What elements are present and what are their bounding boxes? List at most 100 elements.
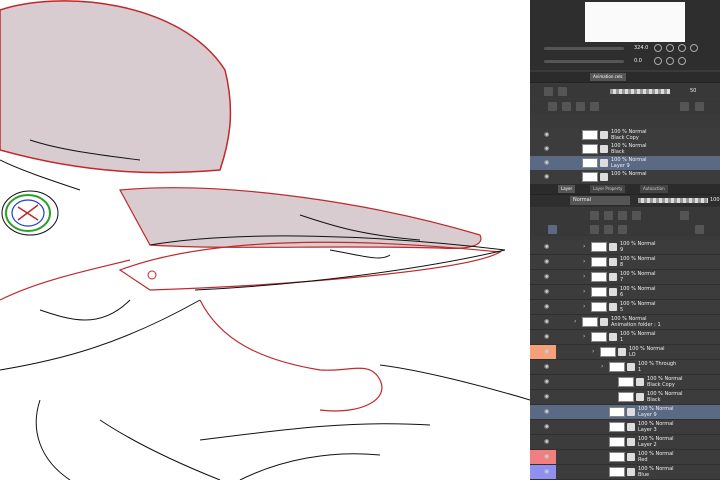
layer-row[interactable]: ◉ › 100 % Normal 8 [530,255,720,270]
new-vector-icon[interactable] [604,225,613,234]
onion-skin-icon[interactable] [544,87,553,96]
layer-name: Blue [638,472,650,478]
visibility-eye-icon[interactable]: ◉ [544,304,551,310]
visibility-eye-icon[interactable]: ◉ [544,364,551,370]
layer-thumbnail [582,144,598,154]
drawing-canvas[interactable] [0,0,530,480]
visibility-eye-icon[interactable]: ◉ [544,259,551,265]
visibility-eye-icon[interactable]: ◉ [544,409,551,415]
layer-row[interactable]: ◉ 100 % Normal Layer 2 [530,435,720,450]
zoom-in-icon[interactable] [666,44,674,52]
visibility-eye-icon[interactable]: ◉ [544,132,551,138]
tab-autoaction[interactable]: Autoaction [640,185,668,193]
visibility-eye-icon[interactable]: ◉ [544,424,551,430]
visibility-eye-icon[interactable]: ◉ [544,394,551,400]
visibility-eye-icon[interactable]: ◉ [544,469,551,475]
clip-icon[interactable] [590,211,599,220]
layer-row[interactable]: ◉ › 100 % Normal Animation folder : 1 [530,315,720,330]
folder-icon [627,363,635,371]
navigator-thumbnail[interactable] [585,2,685,42]
layer-row[interactable]: ◉ › 100 % Normal 5 [530,300,720,315]
visibility-eye-icon[interactable]: ◉ [544,244,551,250]
prev-frame-icon[interactable] [576,102,585,111]
tab-animation-cels[interactable]: Animation cels [590,73,626,81]
visibility-eye-icon[interactable]: ◉ [544,289,551,295]
actual-size-icon[interactable] [690,44,698,52]
layer-opacity-slider[interactable] [638,198,708,203]
lock-icon[interactable] [618,211,627,220]
layer-row[interactable]: ◉ 100 % Normal Black Copy [530,128,720,143]
layer-row[interactable]: ◉ 100 % Normal Layer 9 [530,156,720,171]
layer-row[interactable]: ◉ 100 % Normal Black [530,390,720,405]
subpanel-opacity-slider[interactable] [610,89,670,94]
new-cel-icon[interactable] [548,102,557,111]
layer-row[interactable]: ◉ › 100 % Normal 7 [530,270,720,285]
folder-icon [600,173,608,181]
chevron-icon[interactable]: › [601,363,603,370]
layer-row[interactable]: ◉ 100 % Normal Black [530,142,720,157]
tab-layer[interactable]: Layer [558,185,576,193]
chevron-icon[interactable]: › [592,348,594,355]
light-table-icon[interactable] [558,87,567,96]
chevron-icon[interactable]: › [583,303,585,310]
new-folder-icon[interactable] [618,225,627,234]
layer-name: 8 [620,262,624,268]
folder-icon [609,243,617,251]
layer-row[interactable]: ◉ › 100 % Normal 9 [530,240,720,255]
rotate-left-icon[interactable] [654,57,662,65]
layer-row[interactable]: ◉ › 100 % Normal 1 [530,330,720,345]
chevron-icon[interactable]: › [583,288,585,295]
layer-opacity-mode: 100 % Normal [611,171,647,177]
layer-mask-icon[interactable] [548,225,557,234]
folder-icon [609,288,617,296]
next-frame-icon[interactable] [590,102,599,111]
lock-transparency-icon[interactable] [632,211,641,220]
layer-row[interactable]: ◉ 100 % Normal Black Copy [530,375,720,390]
chevron-icon[interactable]: › [583,258,585,265]
visibility-eye-icon[interactable]: ◉ [544,160,551,166]
flip-icon[interactable] [678,57,686,65]
layer-row[interactable]: ◉ 100 % Normal Blue [530,465,720,480]
chevron-icon[interactable]: › [583,333,585,340]
visibility-eye-icon[interactable]: ◉ [544,146,551,152]
visibility-eye-icon[interactable]: ◉ [544,334,551,340]
layer-row[interactable]: ◉ › 100 % Normal 6 [530,285,720,300]
folder-icon[interactable] [680,102,689,111]
delete-layer-icon[interactable] [695,225,704,234]
visibility-eye-icon[interactable]: ◉ [544,174,551,180]
delete-cel-icon[interactable] [695,102,704,111]
reference-icon[interactable] [604,211,613,220]
visibility-eye-icon[interactable]: ◉ [544,319,551,325]
layer-row[interactable]: ◉ › 100 % Through 1 [530,360,720,375]
chevron-icon[interactable]: › [583,243,585,250]
copy-cel-icon[interactable] [562,102,571,111]
rotate-right-icon[interactable] [666,57,674,65]
layer-row[interactable]: ◉ 100 % Normal [530,170,720,185]
layer-row[interactable]: ◉ 100 % Normal Red [530,450,720,465]
folder-icon [600,131,608,139]
chevron-icon[interactable]: › [574,318,576,325]
visibility-eye-icon[interactable]: ◉ [544,379,551,385]
layer-row[interactable]: ◉ 100 % Normal Layer 3 [530,420,720,435]
layer-color-icon[interactable] [680,211,689,220]
blend-mode-select[interactable]: Normal [570,196,630,205]
layer-name: 9 [620,247,624,253]
visibility-eye-icon[interactable]: ◉ [544,349,551,355]
layer-row[interactable]: ◉ › 100 % Normal LO [530,345,720,360]
visibility-eye-icon[interactable]: ◉ [544,274,551,280]
visibility-eye-icon[interactable]: ◉ [544,439,551,445]
layer-row[interactable]: ◉ 100 % Normal Layer 9 [530,405,720,420]
raster-layer-icon [627,468,635,476]
zoom-out-icon[interactable] [654,44,662,52]
rotate-slider[interactable] [544,60,624,63]
tab-layer-property[interactable]: Layer Property [590,185,626,193]
layer-thumbnail [618,377,634,387]
chevron-icon[interactable]: › [583,273,585,280]
layer-opacity-mode: 100 % Normal [620,256,656,262]
layer-name: 5 [620,307,624,313]
visibility-eye-icon[interactable]: ◉ [544,454,551,460]
new-layer-icon[interactable] [590,225,599,234]
raster-layer-icon [627,423,635,431]
zoom-slider[interactable] [544,47,624,50]
fit-icon[interactable] [678,44,686,52]
